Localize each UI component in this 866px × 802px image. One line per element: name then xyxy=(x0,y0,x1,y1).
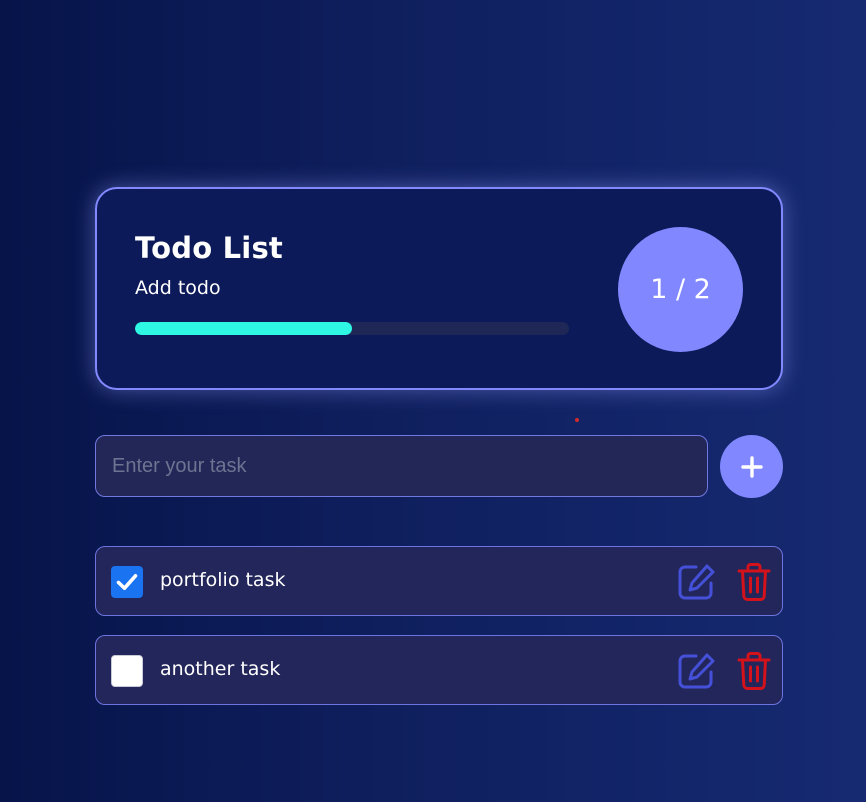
decorative-dot xyxy=(575,418,579,422)
plus-icon xyxy=(740,455,763,478)
header-card: Todo List Add todo 1 / 2 xyxy=(95,187,783,390)
progress-bar-fill xyxy=(135,322,352,335)
todo-text: another task xyxy=(160,658,281,680)
add-task-button[interactable] xyxy=(720,435,783,498)
task-input[interactable] xyxy=(95,435,708,497)
todo-list: portfolio task another task xyxy=(95,546,783,724)
delete-button[interactable] xyxy=(737,562,771,602)
add-task-row xyxy=(95,435,783,498)
todo-app: Todo List Add todo 1 / 2 portfolio task xyxy=(95,187,783,705)
todo-checkbox[interactable] xyxy=(111,566,143,598)
delete-button[interactable] xyxy=(737,651,771,691)
todo-item: portfolio task xyxy=(95,546,783,616)
page-title: Todo List xyxy=(135,231,283,265)
todo-item: another task xyxy=(95,635,783,705)
edit-icon xyxy=(678,564,715,600)
trash-icon xyxy=(737,652,771,690)
page-subtitle: Add todo xyxy=(135,277,221,299)
todo-text: portfolio task xyxy=(160,569,286,591)
checkmark-icon xyxy=(116,574,138,590)
edit-button[interactable] xyxy=(676,651,718,691)
trash-icon xyxy=(737,563,771,601)
todo-checkbox[interactable] xyxy=(111,655,143,687)
completed-counter: 1 / 2 xyxy=(618,227,743,352)
progress-bar xyxy=(135,322,569,335)
edit-icon xyxy=(678,653,715,689)
edit-button[interactable] xyxy=(676,562,718,602)
